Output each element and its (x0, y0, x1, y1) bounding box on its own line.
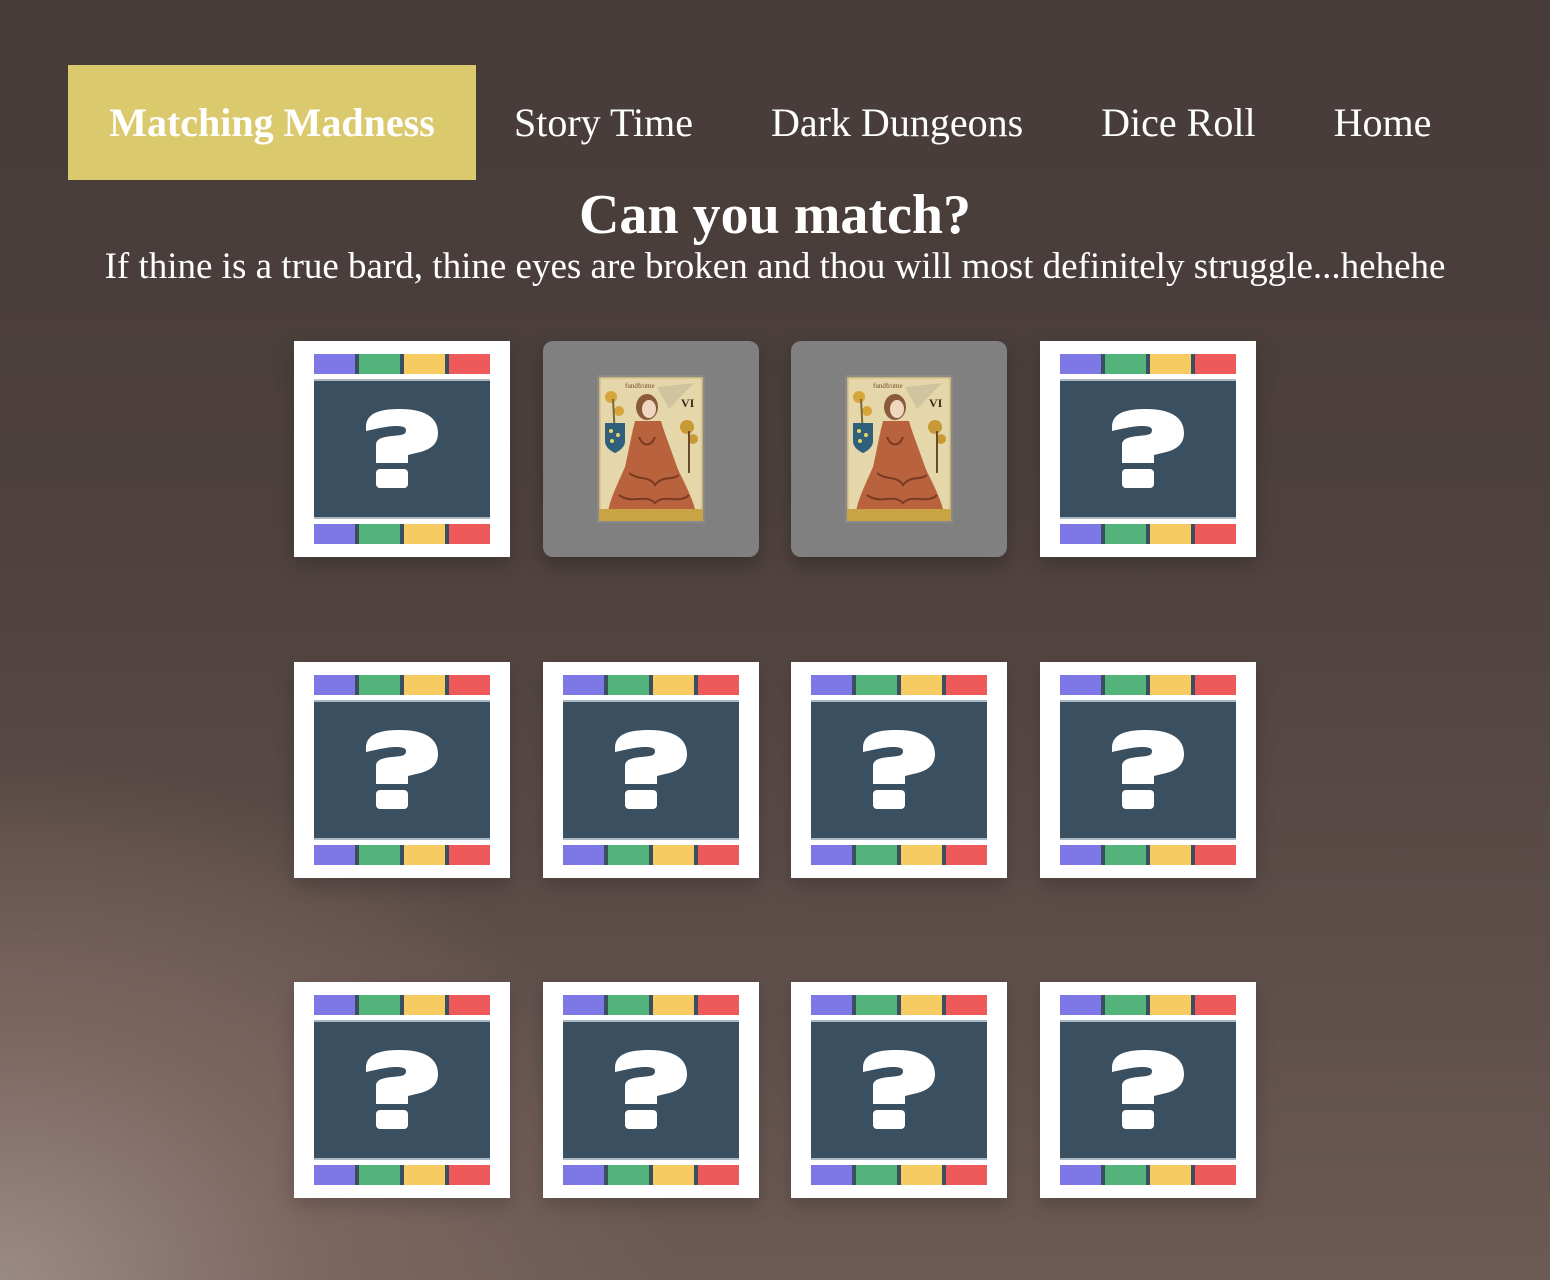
card-stripe-bottom (1059, 524, 1236, 544)
nav-story-time[interactable]: Story Time (514, 65, 693, 180)
card-stripe-bottom (314, 1165, 490, 1185)
memory-card[interactable] (791, 982, 1008, 1198)
card-stripe-bottom (314, 524, 490, 544)
memory-card[interactable] (294, 661, 510, 878)
question-mark-icon (863, 729, 936, 809)
memory-card[interactable] (294, 982, 510, 1198)
tarot-queen-card-art: fundfrome VI (596, 375, 705, 523)
page-subtitle: If thine is a true bard, thine eyes are … (104, 246, 1446, 287)
card-stripe-top (811, 995, 988, 1015)
memory-card[interactable] (542, 661, 759, 878)
memory-card[interactable] (1039, 661, 1256, 878)
tarot-queen-card-art: fundfrome VI (845, 375, 954, 523)
card-stripe-bottom (1059, 1165, 1236, 1185)
card-stripe-top (314, 995, 490, 1015)
memory-card-flipped[interactable]: fundfrome VI (542, 341, 759, 557)
card-back-face (562, 1020, 739, 1160)
card-stripe-top (1059, 674, 1236, 695)
question-mark-icon (863, 1050, 936, 1129)
memory-card[interactable] (294, 341, 510, 557)
art-label-top: fundfrome (625, 382, 655, 390)
card-back-face (314, 699, 490, 840)
card-stripe-top (314, 354, 490, 374)
memory-card[interactable] (542, 982, 759, 1198)
card-back-face (811, 699, 988, 840)
art-label-top: fundfrome (873, 382, 903, 390)
card-back-face (1059, 699, 1236, 840)
art-label-numeral: VI (681, 396, 695, 410)
card-stripe-top (314, 674, 490, 695)
nav-dice-roll[interactable]: Dice Roll (1101, 65, 1255, 180)
card-stripe-top (1059, 995, 1236, 1015)
card-back-face (811, 1020, 988, 1160)
card-stripe-top (811, 674, 988, 695)
card-stripe-top (1059, 354, 1236, 374)
card-back-face (1059, 1020, 1236, 1160)
card-stripe-bottom (562, 1165, 739, 1185)
card-stripe-bottom (314, 844, 490, 865)
card-grid: fundfrome VI fundfrome VI (294, 341, 1256, 1198)
question-mark-icon (614, 729, 687, 809)
question-mark-icon (366, 729, 438, 809)
card-back-face (562, 699, 739, 840)
memory-card-flipped[interactable]: fundfrome VI (791, 341, 1008, 557)
question-mark-icon (614, 1050, 687, 1129)
card-back-face (314, 379, 490, 519)
question-mark-icon (1111, 409, 1184, 488)
nav-home[interactable]: Home (1334, 65, 1432, 180)
card-stripe-bottom (1059, 844, 1236, 865)
memory-card[interactable] (1039, 341, 1256, 557)
art-label-numeral: VI (929, 396, 943, 410)
question-mark-icon (1111, 729, 1184, 809)
card-back-face (314, 1020, 490, 1160)
card-back-face (1059, 379, 1236, 519)
card-stripe-top (562, 674, 739, 695)
card-stripe-top (562, 995, 739, 1015)
card-stripe-bottom (562, 844, 739, 865)
nav-dark-dungeons[interactable]: Dark Dungeons (771, 65, 1023, 180)
memory-card[interactable] (791, 661, 1008, 878)
memory-card[interactable] (1039, 982, 1256, 1198)
nav-matching-madness[interactable]: Matching Madness (68, 65, 476, 180)
card-stripe-bottom (811, 1165, 988, 1185)
question-mark-icon (366, 1050, 438, 1129)
question-mark-icon (1111, 1050, 1184, 1129)
main-nav: Matching Madness Story Time Dark Dungeon… (68, 65, 1431, 180)
card-stripe-bottom (811, 844, 988, 865)
question-mark-icon (366, 409, 438, 488)
page-title: Can you match? (578, 184, 972, 246)
